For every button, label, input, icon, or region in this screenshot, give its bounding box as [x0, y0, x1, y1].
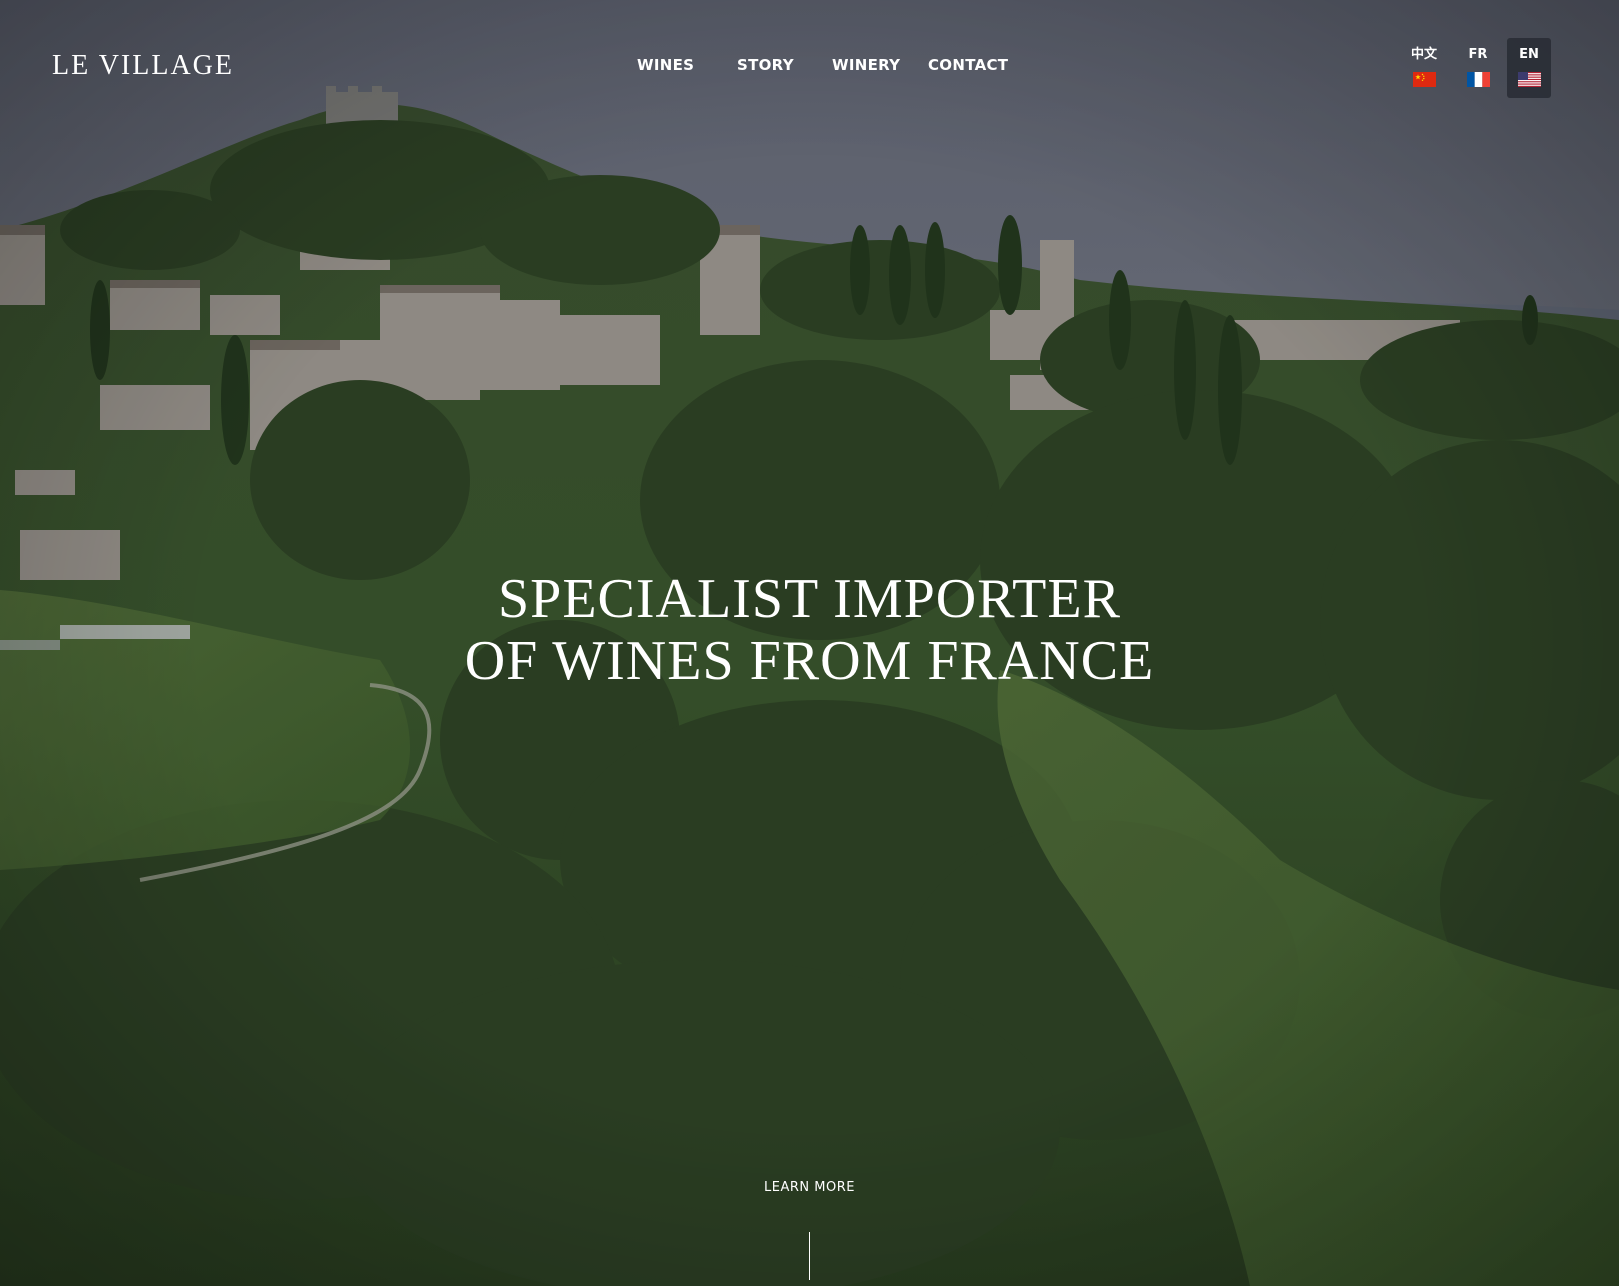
nav-item-contact[interactable]: CONTACT	[928, 56, 1008, 74]
nav-item-winery[interactable]: WINERY	[832, 56, 900, 74]
language-option-chinese[interactable]: 中文	[1402, 38, 1446, 98]
headline-line-2: OF WINES FROM FRANCE	[464, 630, 1155, 692]
usa-flag-icon	[1517, 72, 1541, 87]
nav-item-story[interactable]: STORY	[737, 56, 794, 74]
china-flag-icon	[1412, 72, 1436, 87]
language-code: EN	[1519, 47, 1539, 62]
language-code: FR	[1468, 47, 1488, 62]
scroll-indicator-line	[809, 1232, 810, 1280]
nav-item-wines[interactable]: WINES	[637, 56, 694, 74]
language-option-french[interactable]: FR	[1456, 38, 1500, 98]
main-nav: WINES STORY WINERY CONTACT	[0, 56, 1619, 80]
france-flag-icon	[1466, 72, 1490, 87]
learn-more-button[interactable]: LEARN MORE	[0, 1180, 1619, 1195]
hero-headline: SPECIALIST IMPORTER OF WINES FROM FRANCE	[0, 568, 1619, 692]
headline-line-1: SPECIALIST IMPORTER	[498, 568, 1121, 630]
language-option-english[interactable]: EN	[1507, 38, 1551, 98]
language-code: 中文	[1410, 47, 1437, 62]
